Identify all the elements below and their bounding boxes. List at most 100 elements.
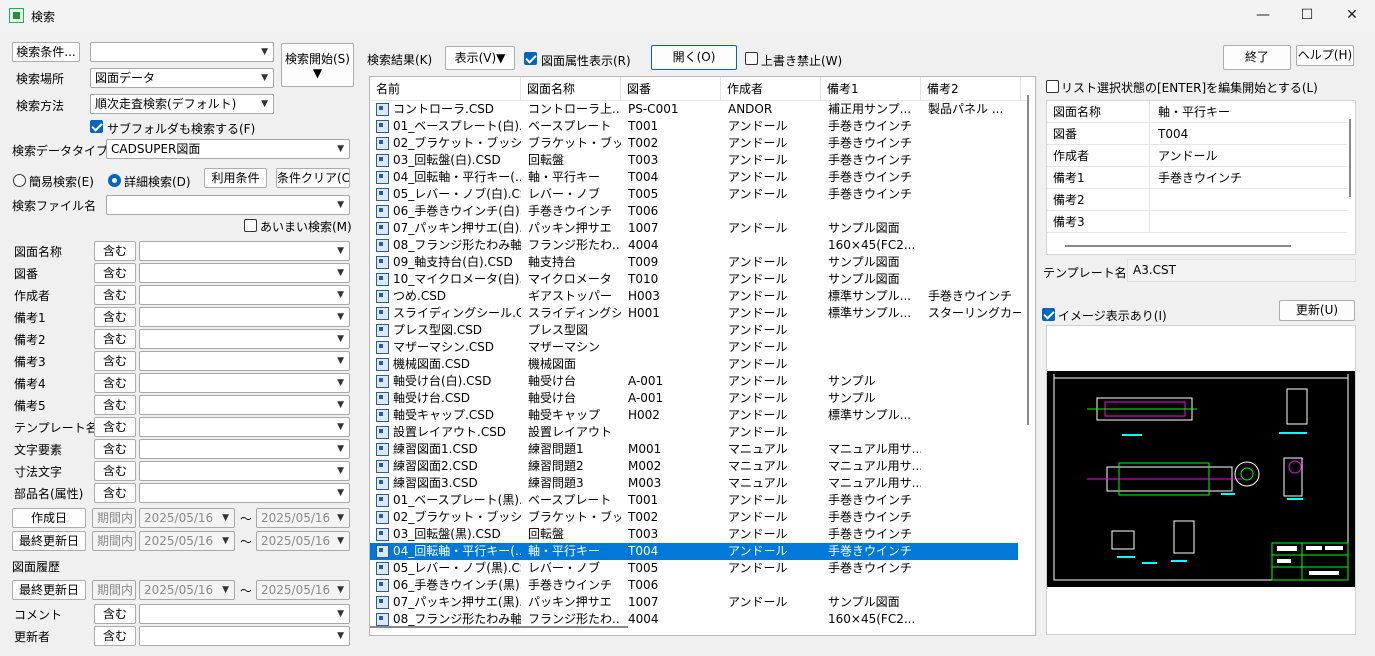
property-row[interactable]: 図番 T004	[1047, 123, 1347, 145]
history-to-date[interactable]: 2025/05/16 ▼	[256, 580, 350, 600]
horizontal-scrollbar[interactable]	[370, 626, 628, 628]
table-row[interactable]: 04_回転軸・平行キー(... 軸・平行キー T004 アンドール 手巻きウインチ	[370, 543, 1018, 560]
field-value-select[interactable]: ▼	[139, 395, 350, 415]
props-vertical-scrollbar[interactable]	[1349, 119, 1351, 197]
table-row[interactable]: 01_ベースプレート(白).... ベースプレート T001 アンドール 手巻きウインチ	[370, 118, 1018, 135]
close-button[interactable]: 終了	[1223, 45, 1291, 70]
field-op-button[interactable]: 含む	[94, 329, 136, 349]
search-start-button[interactable]: 検索開始(S) ▼	[281, 43, 354, 87]
table-row[interactable]: 07_パッキン押サエ(黒).... パッキン押サエ 1007 アンドール サンプル図面	[370, 594, 1018, 611]
history-period-select[interactable]: 期間内	[92, 580, 136, 600]
history-from-date[interactable]: 2025/05/16 ▼	[139, 580, 235, 600]
created-period-select[interactable]: 期間内	[92, 508, 136, 528]
field-value-select[interactable]: ▼	[139, 307, 350, 327]
col-header-name[interactable]: 名前	[370, 77, 521, 101]
field-value-select[interactable]: ▼	[139, 373, 350, 393]
table-row[interactable]: 04_回転軸・平行キー(... 軸・平行キー T004 アンドール 手巻きウインチ	[370, 169, 1018, 186]
updated-period-select[interactable]: 期間内	[92, 531, 136, 551]
search-place-select[interactable]: 図面データ ▼	[90, 68, 274, 88]
field-op-button[interactable]: 含む	[94, 307, 136, 327]
property-row[interactable]: 備考2	[1047, 189, 1347, 211]
field-op-button[interactable]: 含む	[94, 395, 136, 415]
open-button[interactable]: 開く(O)	[651, 45, 737, 70]
refresh-button[interactable]: 更新(U)	[1279, 300, 1355, 321]
detail-search-radio[interactable]	[108, 174, 121, 187]
property-row[interactable]: 備考3	[1047, 211, 1347, 233]
table-row[interactable]: 練習図面2.CSD 練習問題2 M002 マニュアル マニュアル用サ...	[370, 458, 1018, 475]
col-header-note1[interactable]: 備考1	[821, 77, 921, 101]
created-date-button[interactable]: 作成日	[12, 508, 86, 528]
table-row[interactable]: 機械図面.CSD 機械図面 アンドール	[370, 356, 1018, 373]
minimize-icon[interactable]: —	[1240, 0, 1286, 32]
field-value-select[interactable]: ▼	[139, 417, 350, 437]
comment-select[interactable]: ▼	[139, 604, 350, 624]
search-conditions-button[interactable]: 検索条件...	[12, 42, 80, 62]
comment-op-button[interactable]: 含む	[94, 604, 136, 624]
field-op-button[interactable]: 含む	[94, 351, 136, 371]
field-value-select[interactable]: ▼	[139, 461, 350, 481]
table-row[interactable]: 軸受け台(白).CSD 軸受け台 A-001 アンドール サンプル	[370, 373, 1018, 390]
close-icon[interactable]: ✕	[1329, 0, 1375, 32]
field-op-button[interactable]: 含む	[94, 483, 136, 503]
table-row[interactable]: 練習図面3.CSD 練習問題3 M003 マニュアル マニュアル用サ...	[370, 475, 1018, 492]
table-row[interactable]: 03_回転盤(白).CSD 回転盤 T003 アンドール 手巻きウインチ	[370, 152, 1018, 169]
updated-to-date[interactable]: 2025/05/16 ▼	[256, 531, 350, 551]
table-row[interactable]: 01_ベースプレート(黒).... ベースプレート T001 アンドール 手巻きウインチ	[370, 492, 1018, 509]
property-row[interactable]: 図面名称 軸・平行キー	[1047, 101, 1347, 123]
field-value-select[interactable]: ▼	[139, 329, 350, 349]
field-op-button[interactable]: 含む	[94, 263, 136, 283]
table-row[interactable]: マザーマシン.CSD マザーマシン アンドール	[370, 339, 1018, 356]
maximize-icon[interactable]: ☐	[1284, 0, 1330, 32]
table-row[interactable]: スライディングシール.C... スライディングシ... H001 アンドール 標準サンプ…	[370, 305, 1021, 322]
enter-edit-checkbox[interactable]	[1046, 80, 1059, 93]
created-to-date[interactable]: 2025/05/16 ▼	[256, 508, 350, 528]
table-row[interactable]: コントローラ.CSD コントローラ上... PS-C001 ANDOR 補正用サンプ..…	[370, 101, 1018, 118]
help-button[interactable]: ヘルプ(H)	[1296, 45, 1354, 66]
table-row[interactable]: 07_パッキン押サエ(白).... パッキン押サエ 1007 アンドール サンプル図面	[370, 220, 1018, 237]
table-row[interactable]: 05_レバー・ノブ(白).CSD レバー・ノブ T005 アンドール 手巻きウインチ	[370, 186, 1018, 203]
field-op-button[interactable]: 含む	[94, 417, 136, 437]
image-display-checkbox[interactable]	[1042, 308, 1055, 321]
updater-op-button[interactable]: 含む	[94, 626, 136, 646]
table-row[interactable]: プレス型図.CSD プレス型図 アンドール	[370, 322, 1018, 339]
property-row[interactable]: 備考1 手巻きウインチ	[1047, 167, 1347, 189]
attr-display-checkbox[interactable]	[524, 52, 537, 65]
field-op-button[interactable]: 含む	[94, 241, 136, 261]
data-type-select[interactable]: CADSUPER図面 ▼	[106, 139, 350, 159]
table-row[interactable]: 10_マイクロメータ(白).C... マイクロメータ T010 アンドール サンプル図面	[370, 271, 1018, 288]
no-overwrite-checkbox[interactable]	[745, 52, 758, 65]
history-updated-button[interactable]: 最終更新日	[12, 580, 86, 600]
updated-date-button[interactable]: 最終更新日	[12, 531, 86, 551]
table-row[interactable]: 設置レイアウト.CSD 設置レイアウト アンドール	[370, 424, 1018, 441]
col-header-note2[interactable]: 備考2	[921, 77, 1021, 101]
field-value-select[interactable]: ▼	[139, 439, 350, 459]
table-row[interactable]: 08_フランジ形たわみ軸... フランジ形たわ... 4004 160×45(FC2.…	[370, 237, 1018, 254]
field-value-select[interactable]: ▼	[139, 351, 350, 371]
props-horizontal-scrollbar[interactable]	[1065, 245, 1291, 247]
field-op-button[interactable]: 含む	[94, 461, 136, 481]
file-name-select[interactable]: ▼	[106, 195, 350, 215]
field-value-select[interactable]: ▼	[139, 483, 350, 503]
table-row[interactable]: 軸受け台.CSD 軸受け台 A-001 アンドール サンプル	[370, 390, 1018, 407]
updated-from-date[interactable]: 2025/05/16 ▼	[139, 531, 235, 551]
table-row[interactable]: 09_軸支持台(白).CSD 軸支持台 T009 アンドール サンプル図面	[370, 254, 1018, 271]
field-op-button[interactable]: 含む	[94, 439, 136, 459]
results-grid[interactable]: 名前 図面名称 図番 作成者 備考1 備考2 コントローラ.CSD コントローラ上…	[369, 76, 1036, 636]
field-value-select[interactable]: ▼	[139, 241, 350, 261]
col-header-drawing-number[interactable]: 図番	[621, 77, 721, 101]
view-button[interactable]: 表示(V)▼	[445, 46, 515, 70]
field-value-select[interactable]: ▼	[139, 263, 350, 283]
field-op-button[interactable]: 含む	[94, 373, 136, 393]
table-row[interactable]: つめ.CSD ギアストッパー H003 アンドール 標準サンプル... 手巻きウインチ	[370, 288, 1018, 305]
property-row[interactable]: 作成者 アンドール	[1047, 145, 1347, 167]
field-op-button[interactable]: 含む	[94, 285, 136, 305]
table-row[interactable]: 06_手巻きウインチ(黒).... 手巻きウインチ T006	[370, 577, 1018, 594]
vertical-scrollbar[interactable]	[1027, 95, 1029, 425]
col-header-drawing-name[interactable]: 図面名称	[521, 77, 621, 101]
table-row[interactable]: 02_ブラケット・ブッシュ(... ブラケット・ブッ... T002 アンドール 手巻き…	[370, 509, 1018, 526]
table-row[interactable]: 軸受キャップ.CSD 軸受キャップ H002 アンドール 標準サンプル...	[370, 407, 1018, 424]
table-row[interactable]: 03_回転盤(黒).CSD 回転盤 T003 アンドール 手巻きウインチ	[370, 526, 1018, 543]
subfolder-checkbox[interactable]	[90, 120, 103, 133]
simple-search-radio[interactable]	[13, 174, 26, 187]
search-conditions-combo[interactable]: ▼	[90, 42, 274, 62]
